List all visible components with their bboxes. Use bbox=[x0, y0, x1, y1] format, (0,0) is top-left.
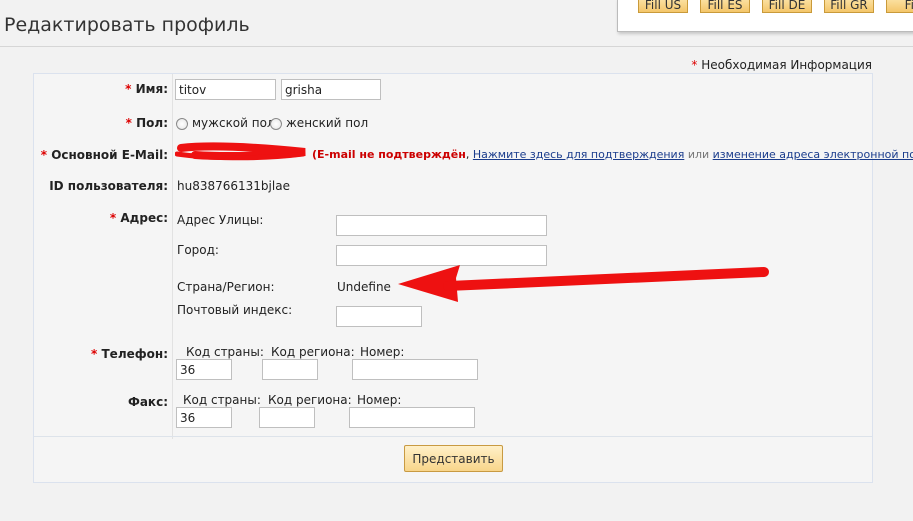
fill-buttons-panel: Fill US Fill ES Fill DE Fill GR Fil bbox=[617, 0, 913, 32]
fill-de-button[interactable]: Fill DE bbox=[762, 0, 812, 13]
city-input[interactable] bbox=[336, 245, 547, 266]
last-name-input[interactable] bbox=[281, 79, 381, 100]
address-label: * Адрес: bbox=[109, 211, 168, 225]
fax-label: Факс: bbox=[127, 395, 168, 409]
male-radio[interactable] bbox=[176, 118, 188, 130]
label-column-divider bbox=[172, 74, 173, 439]
phone-number-label: Номер: bbox=[360, 345, 405, 359]
first-name-input[interactable] bbox=[175, 79, 276, 100]
female-radio[interactable] bbox=[270, 118, 282, 130]
fax-region-code-label: Код региона: bbox=[268, 393, 352, 407]
zip-label: Почтовый индекс: bbox=[177, 303, 293, 317]
street-input[interactable] bbox=[336, 215, 547, 236]
gender-label: * Пол: bbox=[125, 116, 168, 130]
zip-input[interactable] bbox=[336, 306, 422, 327]
user-id-value: hu838766131bjlae bbox=[177, 179, 290, 193]
fill-es-button[interactable]: Fill ES bbox=[700, 0, 750, 13]
phone-country-code-label: Код страны: bbox=[186, 345, 264, 359]
fax-country-code-label: Код страны: bbox=[183, 393, 261, 407]
change-email-link[interactable]: изменение адреса электронной почты bbox=[713, 148, 913, 161]
email-not-confirmed-text: E-mail не подтверждён bbox=[317, 148, 466, 161]
title-divider bbox=[0, 46, 913, 47]
email-label: * Основной E-Mail: bbox=[40, 148, 168, 162]
fax-country-code-input[interactable] bbox=[176, 407, 232, 428]
phone-country-code-input[interactable] bbox=[176, 359, 232, 380]
fill-us-button[interactable]: Fill US bbox=[638, 0, 688, 13]
country-value: Undefine bbox=[337, 280, 391, 294]
country-label: Страна/Регион: bbox=[177, 280, 275, 294]
phone-number-input[interactable] bbox=[352, 359, 478, 380]
required-info-text: Необходимая Информация bbox=[701, 58, 872, 72]
fax-region-code-input[interactable] bbox=[259, 407, 315, 428]
confirm-email-link[interactable]: Нажмите здесь для подтверждения bbox=[473, 148, 684, 161]
fill-gr-button[interactable]: Fill GR bbox=[824, 0, 874, 13]
user-id-label: ID пользователя: bbox=[49, 179, 168, 193]
street-label: Адрес Улицы: bbox=[177, 213, 264, 227]
email-status: (E-mail не подтверждён, Нажмите здесь дл… bbox=[312, 148, 913, 161]
phone-label: * Телефон: bbox=[91, 347, 168, 361]
fill-more-button[interactable]: Fil bbox=[886, 0, 913, 13]
fax-number-label: Номер: bbox=[357, 393, 402, 407]
fax-number-input[interactable] bbox=[349, 407, 475, 428]
phone-region-code-input[interactable] bbox=[262, 359, 318, 380]
submit-button[interactable]: Представить bbox=[404, 445, 503, 472]
name-label: * Имя: bbox=[125, 82, 168, 96]
male-radio-label: мужской пол bbox=[192, 116, 275, 130]
required-info-note: * Необходимая Информация bbox=[691, 58, 872, 72]
page-title: Редактировать профиль bbox=[4, 13, 250, 36]
submit-divider bbox=[34, 436, 872, 437]
required-mark: * bbox=[691, 58, 698, 72]
female-radio-label: женский пол bbox=[286, 116, 369, 130]
phone-region-code-label: Код региона: bbox=[271, 345, 355, 359]
city-label: Город: bbox=[177, 243, 219, 257]
